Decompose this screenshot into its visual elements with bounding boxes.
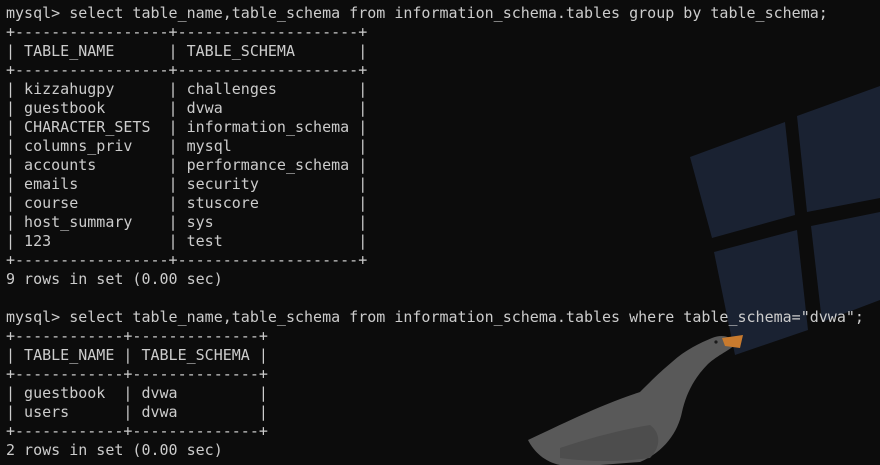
table-border-line: +-----------------+--------------------+ xyxy=(6,61,368,79)
table-border-line: +-----------------+--------------------+ xyxy=(6,251,368,269)
table-row: | 123 | test | xyxy=(6,232,368,250)
table-row: | course | stuscore | xyxy=(6,194,368,212)
table-row: | accounts | performance_schema | xyxy=(6,156,368,174)
result-summary: 2 rows in set (0.00 sec) xyxy=(6,441,223,459)
table-border-line: +-----------------+--------------------+ xyxy=(6,23,368,41)
table-border-line: +------------+--------------+ xyxy=(6,327,268,345)
table-row: | emails | security | xyxy=(6,175,368,193)
table-border-line: +------------+--------------+ xyxy=(6,365,268,383)
table-row: | guestbook | dvwa | xyxy=(6,384,268,402)
table-row: | CHARACTER_SETS | information_schema | xyxy=(6,118,368,136)
terminal-output[interactable]: mysql> select table_name,table_schema fr… xyxy=(6,4,864,460)
command-line: mysql> select table_name,table_schema fr… xyxy=(6,308,864,326)
terminal-window[interactable]: mysql> select table_name,table_schema fr… xyxy=(0,0,880,465)
command-line: mysql> select table_name,table_schema fr… xyxy=(6,4,828,22)
table-row: | TABLE_NAME | TABLE_SCHEMA | xyxy=(6,346,268,364)
table-row: | users | dvwa | xyxy=(6,403,268,421)
table-border-line: +------------+--------------+ xyxy=(6,422,268,440)
table-row: | guestbook | dvwa | xyxy=(6,99,368,117)
table-row: | host_summary | sys | xyxy=(6,213,368,231)
result-summary: 9 rows in set (0.00 sec) xyxy=(6,270,223,288)
table-row: | columns_priv | mysql | xyxy=(6,137,368,155)
table-row: | kizzahugpy | challenges | xyxy=(6,80,368,98)
table-row: | TABLE_NAME | TABLE_SCHEMA | xyxy=(6,42,368,60)
